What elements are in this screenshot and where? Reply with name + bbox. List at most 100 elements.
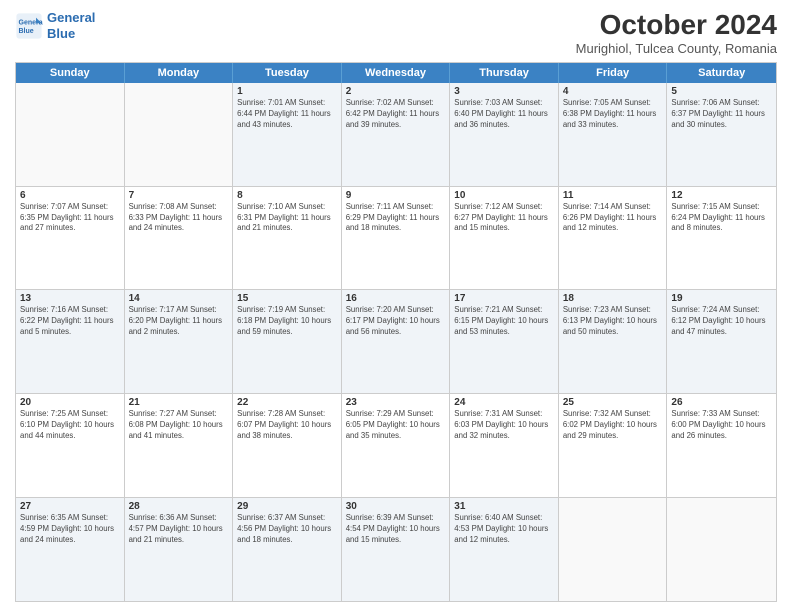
header-day-wednesday: Wednesday — [342, 63, 451, 83]
day-cell-3: 3Sunrise: 7:03 AM Sunset: 6:40 PM Daylig… — [450, 83, 559, 186]
calendar-week-2: 6Sunrise: 7:07 AM Sunset: 6:35 PM Daylig… — [16, 186, 776, 290]
day-cell-17: 17Sunrise: 7:21 AM Sunset: 6:15 PM Dayli… — [450, 290, 559, 393]
logo: General Blue General Blue — [15, 10, 95, 41]
day-number: 29 — [237, 501, 337, 512]
day-number: 15 — [237, 293, 337, 304]
day-detail: Sunrise: 7:33 AM Sunset: 6:00 PM Dayligh… — [671, 409, 772, 442]
day-number: 27 — [20, 501, 120, 512]
day-cell-24: 24Sunrise: 7:31 AM Sunset: 6:03 PM Dayli… — [450, 394, 559, 497]
calendar-week-3: 13Sunrise: 7:16 AM Sunset: 6:22 PM Dayli… — [16, 289, 776, 393]
day-detail: Sunrise: 7:25 AM Sunset: 6:10 PM Dayligh… — [20, 409, 120, 442]
day-detail: Sunrise: 7:19 AM Sunset: 6:18 PM Dayligh… — [237, 305, 337, 338]
day-detail: Sunrise: 7:02 AM Sunset: 6:42 PM Dayligh… — [346, 98, 446, 131]
day-cell-31: 31Sunrise: 6:40 AM Sunset: 4:53 PM Dayli… — [450, 498, 559, 601]
day-detail: Sunrise: 6:40 AM Sunset: 4:53 PM Dayligh… — [454, 513, 554, 546]
day-number: 7 — [129, 190, 229, 201]
day-detail: Sunrise: 6:36 AM Sunset: 4:57 PM Dayligh… — [129, 513, 229, 546]
header-day-thursday: Thursday — [450, 63, 559, 83]
day-number: 9 — [346, 190, 446, 201]
day-number: 23 — [346, 397, 446, 408]
header-day-friday: Friday — [559, 63, 668, 83]
day-number: 30 — [346, 501, 446, 512]
day-cell-19: 19Sunrise: 7:24 AM Sunset: 6:12 PM Dayli… — [667, 290, 776, 393]
day-cell-14: 14Sunrise: 7:17 AM Sunset: 6:20 PM Dayli… — [125, 290, 234, 393]
day-cell-29: 29Sunrise: 6:37 AM Sunset: 4:56 PM Dayli… — [233, 498, 342, 601]
day-number: 1 — [237, 86, 337, 97]
day-cell-26: 26Sunrise: 7:33 AM Sunset: 6:00 PM Dayli… — [667, 394, 776, 497]
day-number: 10 — [454, 190, 554, 201]
day-detail: Sunrise: 7:20 AM Sunset: 6:17 PM Dayligh… — [346, 305, 446, 338]
empty-cell — [16, 83, 125, 186]
empty-cell — [667, 498, 776, 601]
header-day-monday: Monday — [125, 63, 234, 83]
day-number: 5 — [671, 86, 772, 97]
subtitle: Murighiol, Tulcea County, Romania — [576, 41, 777, 56]
day-detail: Sunrise: 7:32 AM Sunset: 6:02 PM Dayligh… — [563, 409, 663, 442]
day-number: 14 — [129, 293, 229, 304]
day-detail: Sunrise: 7:21 AM Sunset: 6:15 PM Dayligh… — [454, 305, 554, 338]
day-cell-7: 7Sunrise: 7:08 AM Sunset: 6:33 PM Daylig… — [125, 187, 234, 290]
day-detail: Sunrise: 7:10 AM Sunset: 6:31 PM Dayligh… — [237, 202, 337, 235]
day-detail: Sunrise: 6:35 AM Sunset: 4:59 PM Dayligh… — [20, 513, 120, 546]
page: General Blue General Blue October 2024 M… — [0, 0, 792, 612]
day-cell-16: 16Sunrise: 7:20 AM Sunset: 6:17 PM Dayli… — [342, 290, 451, 393]
header-day-tuesday: Tuesday — [233, 63, 342, 83]
day-number: 21 — [129, 397, 229, 408]
calendar-body: 1Sunrise: 7:01 AM Sunset: 6:44 PM Daylig… — [16, 83, 776, 601]
title-block: October 2024 Murighiol, Tulcea County, R… — [576, 10, 777, 56]
header: General Blue General Blue October 2024 M… — [15, 10, 777, 56]
day-detail: Sunrise: 7:24 AM Sunset: 6:12 PM Dayligh… — [671, 305, 772, 338]
day-cell-5: 5Sunrise: 7:06 AM Sunset: 6:37 PM Daylig… — [667, 83, 776, 186]
day-number: 11 — [563, 190, 663, 201]
day-number: 18 — [563, 293, 663, 304]
day-cell-13: 13Sunrise: 7:16 AM Sunset: 6:22 PM Dayli… — [16, 290, 125, 393]
logo-text: General Blue — [47, 10, 95, 41]
day-detail: Sunrise: 7:11 AM Sunset: 6:29 PM Dayligh… — [346, 202, 446, 235]
day-detail: Sunrise: 7:06 AM Sunset: 6:37 PM Dayligh… — [671, 98, 772, 131]
day-detail: Sunrise: 7:12 AM Sunset: 6:27 PM Dayligh… — [454, 202, 554, 235]
day-cell-15: 15Sunrise: 7:19 AM Sunset: 6:18 PM Dayli… — [233, 290, 342, 393]
day-detail: Sunrise: 7:01 AM Sunset: 6:44 PM Dayligh… — [237, 98, 337, 131]
day-detail: Sunrise: 7:28 AM Sunset: 6:07 PM Dayligh… — [237, 409, 337, 442]
day-number: 2 — [346, 86, 446, 97]
day-detail: Sunrise: 6:39 AM Sunset: 4:54 PM Dayligh… — [346, 513, 446, 546]
day-cell-6: 6Sunrise: 7:07 AM Sunset: 6:35 PM Daylig… — [16, 187, 125, 290]
day-number: 8 — [237, 190, 337, 201]
day-number: 26 — [671, 397, 772, 408]
day-number: 19 — [671, 293, 772, 304]
day-number: 3 — [454, 86, 554, 97]
calendar-header: SundayMondayTuesdayWednesdayThursdayFrid… — [16, 63, 776, 83]
day-number: 31 — [454, 501, 554, 512]
day-cell-27: 27Sunrise: 6:35 AM Sunset: 4:59 PM Dayli… — [16, 498, 125, 601]
day-cell-22: 22Sunrise: 7:28 AM Sunset: 6:07 PM Dayli… — [233, 394, 342, 497]
day-number: 16 — [346, 293, 446, 304]
day-cell-2: 2Sunrise: 7:02 AM Sunset: 6:42 PM Daylig… — [342, 83, 451, 186]
day-number: 20 — [20, 397, 120, 408]
logo-icon: General Blue — [15, 12, 43, 40]
day-cell-4: 4Sunrise: 7:05 AM Sunset: 6:38 PM Daylig… — [559, 83, 668, 186]
day-number: 25 — [563, 397, 663, 408]
day-cell-9: 9Sunrise: 7:11 AM Sunset: 6:29 PM Daylig… — [342, 187, 451, 290]
day-detail: Sunrise: 7:31 AM Sunset: 6:03 PM Dayligh… — [454, 409, 554, 442]
day-number: 17 — [454, 293, 554, 304]
day-detail: Sunrise: 6:37 AM Sunset: 4:56 PM Dayligh… — [237, 513, 337, 546]
day-cell-25: 25Sunrise: 7:32 AM Sunset: 6:02 PM Dayli… — [559, 394, 668, 497]
day-detail: Sunrise: 7:23 AM Sunset: 6:13 PM Dayligh… — [563, 305, 663, 338]
day-detail: Sunrise: 7:29 AM Sunset: 6:05 PM Dayligh… — [346, 409, 446, 442]
day-cell-12: 12Sunrise: 7:15 AM Sunset: 6:24 PM Dayli… — [667, 187, 776, 290]
day-cell-23: 23Sunrise: 7:29 AM Sunset: 6:05 PM Dayli… — [342, 394, 451, 497]
empty-cell — [559, 498, 668, 601]
day-cell-1: 1Sunrise: 7:01 AM Sunset: 6:44 PM Daylig… — [233, 83, 342, 186]
day-detail: Sunrise: 7:15 AM Sunset: 6:24 PM Dayligh… — [671, 202, 772, 235]
day-number: 4 — [563, 86, 663, 97]
day-cell-18: 18Sunrise: 7:23 AM Sunset: 6:13 PM Dayli… — [559, 290, 668, 393]
day-number: 13 — [20, 293, 120, 304]
day-number: 12 — [671, 190, 772, 201]
calendar: SundayMondayTuesdayWednesdayThursdayFrid… — [15, 62, 777, 602]
day-cell-11: 11Sunrise: 7:14 AM Sunset: 6:26 PM Dayli… — [559, 187, 668, 290]
day-detail: Sunrise: 7:05 AM Sunset: 6:38 PM Dayligh… — [563, 98, 663, 131]
day-detail: Sunrise: 7:03 AM Sunset: 6:40 PM Dayligh… — [454, 98, 554, 131]
main-title: October 2024 — [576, 10, 777, 41]
day-cell-20: 20Sunrise: 7:25 AM Sunset: 6:10 PM Dayli… — [16, 394, 125, 497]
day-number: 28 — [129, 501, 229, 512]
